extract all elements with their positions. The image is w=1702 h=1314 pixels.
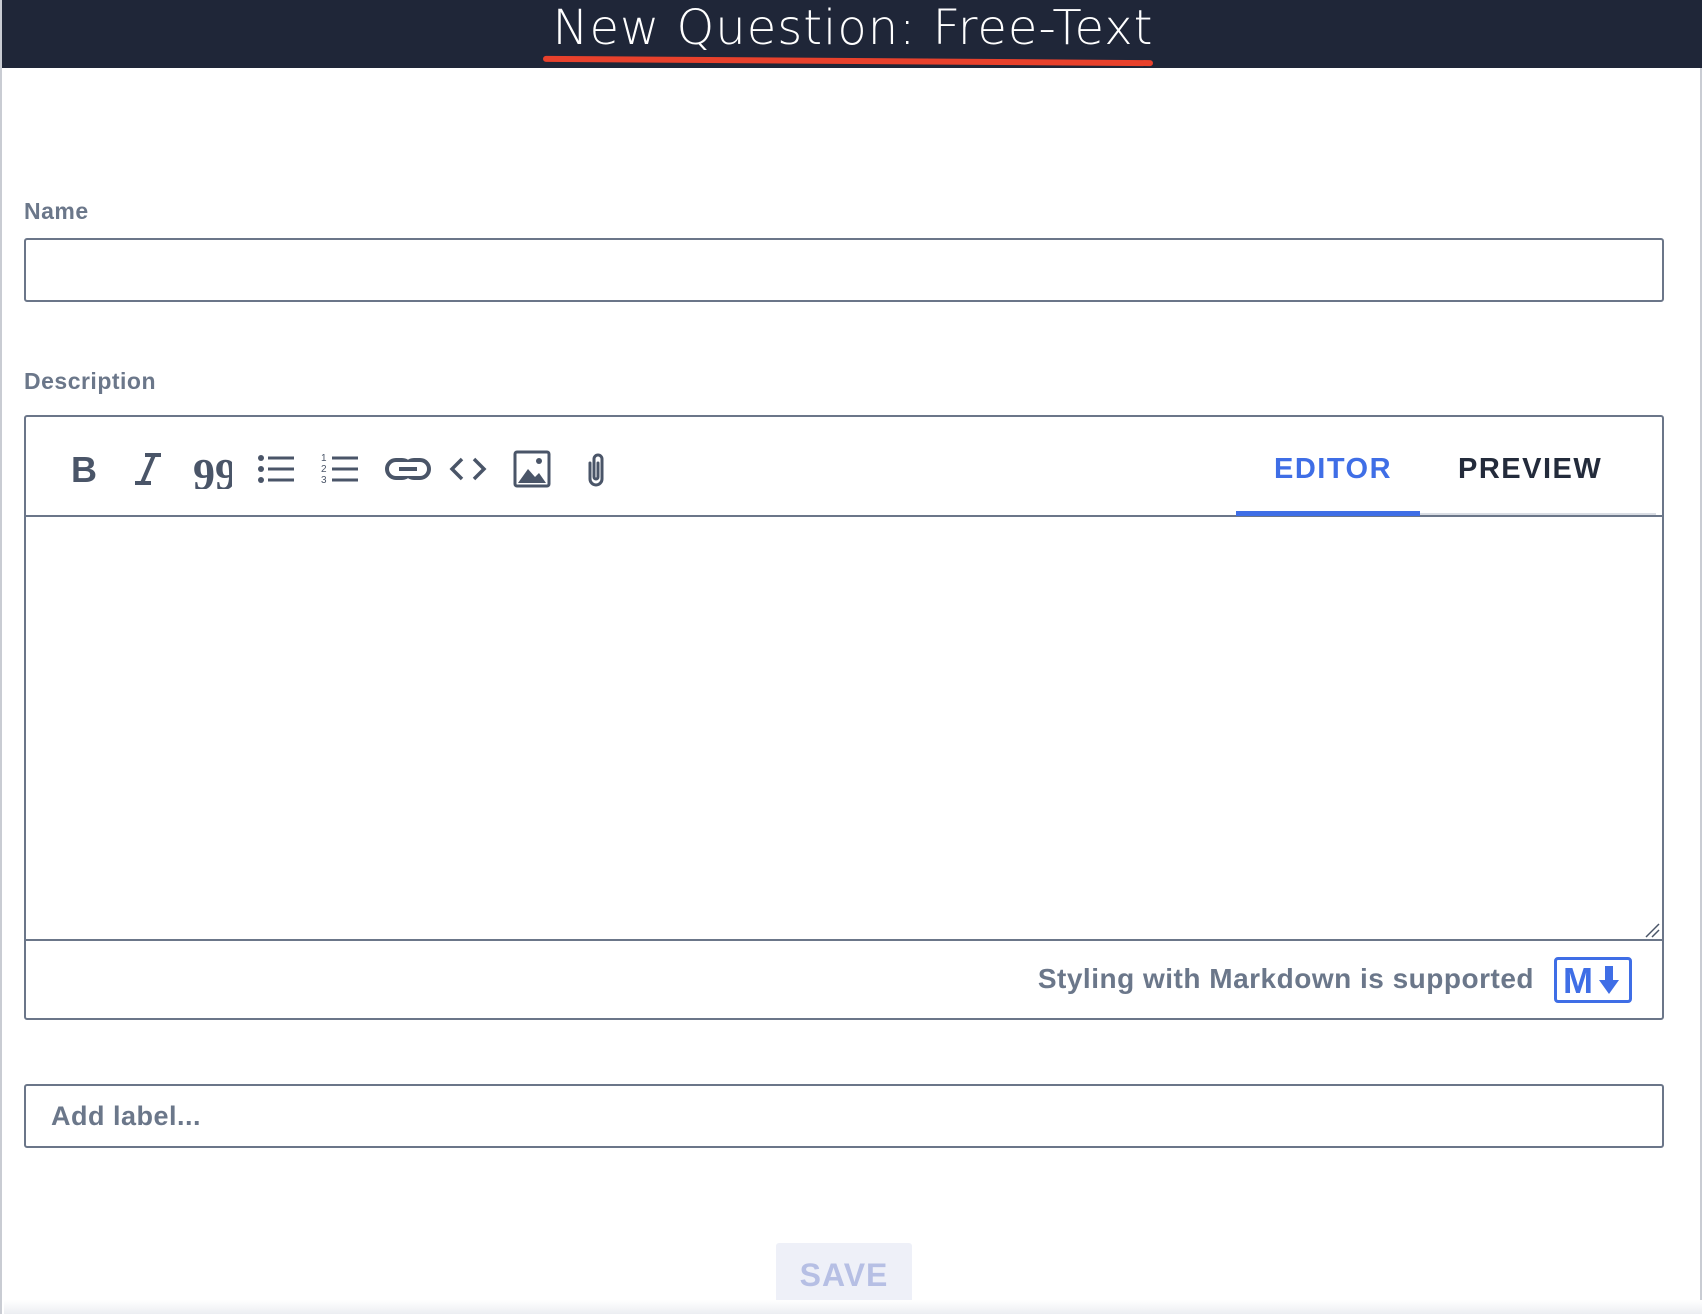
bold-icon[interactable]: B bbox=[60, 445, 108, 493]
svg-text:3: 3 bbox=[321, 475, 327, 486]
code-icon[interactable] bbox=[444, 445, 492, 493]
save-button[interactable]: SAVE bbox=[776, 1243, 912, 1307]
editor-footer: Styling with Markdown is supported M bbox=[26, 939, 1662, 1018]
add-label-input[interactable] bbox=[24, 1084, 1664, 1148]
bulleted-list-icon[interactable] bbox=[252, 445, 300, 493]
quote-icon[interactable]: 99 bbox=[188, 445, 236, 493]
resize-handle-icon[interactable] bbox=[1644, 922, 1660, 938]
description-textarea[interactable] bbox=[26, 519, 1662, 939]
title-underline bbox=[542, 55, 1154, 67]
editor-toolbar: B 99 123 EDITOR PREVIEW bbox=[26, 417, 1662, 517]
svg-text:2: 2 bbox=[321, 464, 327, 475]
svg-text:M: M bbox=[1563, 962, 1593, 998]
markdown-editor: B 99 123 EDITOR PREVIEW Styling with Mar… bbox=[24, 415, 1664, 1020]
name-input[interactable] bbox=[24, 238, 1664, 302]
page-frame: New Question: Free-Text Name Description… bbox=[0, 0, 1702, 1314]
markdown-icon[interactable]: M bbox=[1554, 957, 1632, 1003]
svg-text:99: 99 bbox=[193, 450, 232, 489]
image-icon[interactable] bbox=[508, 445, 556, 493]
header-bar: New Question: Free-Text bbox=[2, 0, 1702, 68]
numbered-list-icon[interactable]: 123 bbox=[316, 445, 364, 493]
svg-text:1: 1 bbox=[321, 453, 327, 464]
markdown-note: Styling with Markdown is supported bbox=[1037, 963, 1534, 994]
tab-editor[interactable]: EDITOR bbox=[1274, 453, 1392, 486]
italic-icon[interactable] bbox=[124, 445, 172, 493]
attachment-icon[interactable] bbox=[572, 445, 620, 493]
active-tab-indicator bbox=[1236, 511, 1420, 516]
link-icon[interactable] bbox=[380, 445, 436, 493]
name-label: Name bbox=[24, 198, 89, 224]
svg-text:B: B bbox=[71, 449, 97, 489]
page-title: New Question: Free-Text bbox=[552, 0, 1154, 56]
bottom-shadow bbox=[4, 1300, 1702, 1314]
tab-preview[interactable]: PREVIEW bbox=[1458, 453, 1602, 486]
description-label: Description bbox=[24, 368, 157, 394]
